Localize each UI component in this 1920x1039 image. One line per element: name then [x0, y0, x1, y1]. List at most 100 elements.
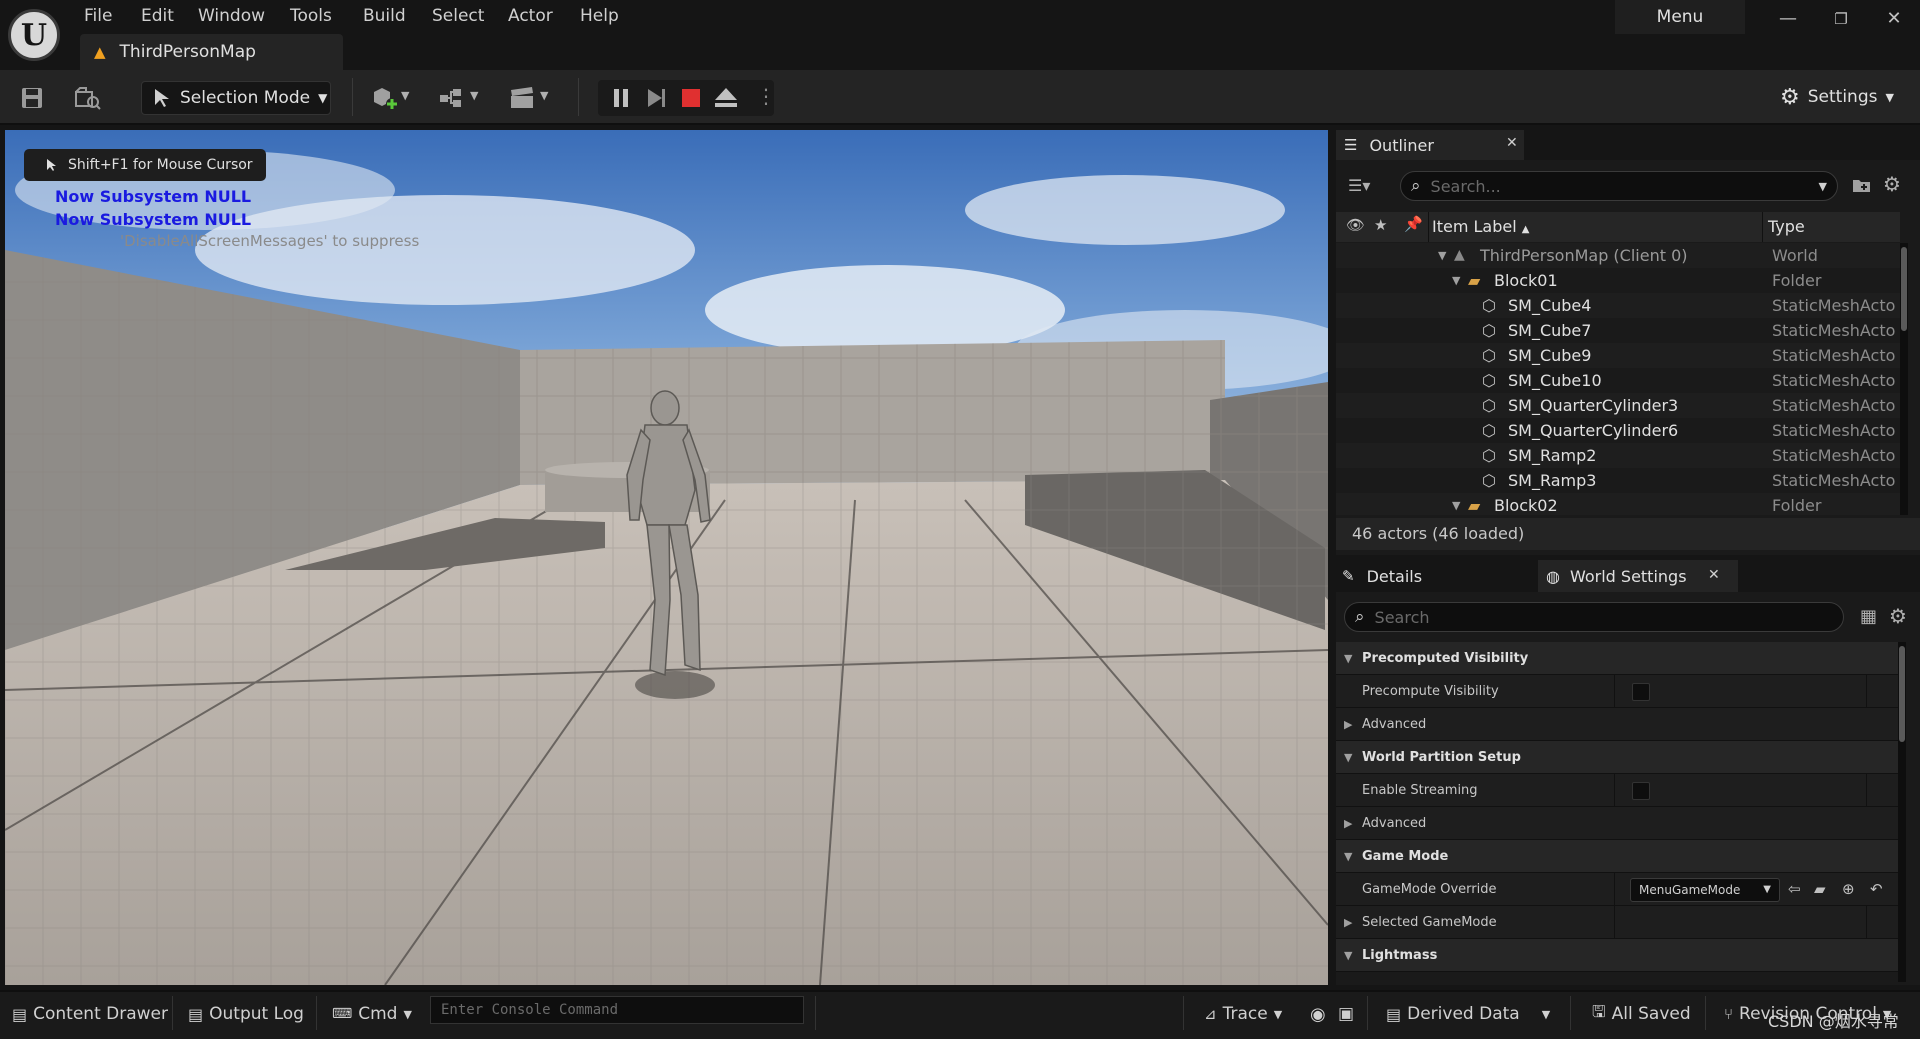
- restore-icon[interactable]: ❐: [1823, 6, 1859, 32]
- category-game-mode[interactable]: ▼ Game Mode: [1336, 840, 1898, 873]
- tree-row-world[interactable]: ▼ ▲ ThirdPersonMap (Client 0) World: [1336, 243, 1900, 268]
- visibility-eye-icon[interactable]: 👁: [1346, 216, 1365, 234]
- pin-icon[interactable]: 📌: [1404, 215, 1423, 233]
- favorite-star-icon[interactable]: ★: [1374, 216, 1387, 234]
- close-window-icon[interactable]: ✕: [1876, 6, 1912, 32]
- close-tab-icon[interactable]: ✕: [1506, 135, 1518, 151]
- blueprint-icon[interactable]: [438, 86, 464, 110]
- cinematics-chevron-icon[interactable]: ▼: [540, 89, 548, 102]
- gear-icon: ⚙: [1780, 84, 1800, 110]
- outliner-scroll-thumb[interactable]: [1901, 247, 1907, 331]
- tree-row-actor[interactable]: ⬡ SM_QuarterCylinder3 StaticMeshActo: [1336, 393, 1900, 418]
- close-tab-icon[interactable]: ✕: [1708, 567, 1720, 583]
- expand-arrow-icon[interactable]: ▼: [1452, 493, 1460, 515]
- terminal-icon: ⌨: [332, 1006, 353, 1022]
- expand-arrow-icon[interactable]: ▼: [1438, 243, 1446, 268]
- gamemode-value: MenuGameMode: [1639, 883, 1741, 897]
- new-folder-icon[interactable]: [1852, 176, 1872, 194]
- cmd-dropdown[interactable]: ⌨ Cmd ▼: [332, 1000, 412, 1028]
- use-selected-arrow-icon[interactable]: ⇦: [1788, 873, 1801, 906]
- tree-row-actor[interactable]: ⬡ SM_Cube10 StaticMeshActo: [1336, 368, 1900, 393]
- filter-icon[interactable]: ☰▾: [1348, 176, 1370, 195]
- add-icon[interactable]: ⊕: [1842, 873, 1855, 906]
- prop-advanced[interactable]: ▶ Advanced: [1336, 708, 1898, 741]
- gamemode-override-dropdown[interactable]: MenuGameMode ▼: [1630, 878, 1780, 902]
- tree-row-actor[interactable]: ⬡ SM_Cube9 StaticMeshActo: [1336, 343, 1900, 368]
- tree-row-folder[interactable]: ▼ ▰ Block01 Folder: [1336, 268, 1900, 293]
- console-command-input[interactable]: Enter Console Command: [430, 996, 804, 1024]
- details-search-input[interactable]: ⌕ Search: [1344, 602, 1844, 632]
- level-warning-icon: ▲: [94, 43, 106, 61]
- save-icon[interactable]: [20, 86, 44, 110]
- reset-icon[interactable]: ↶: [1870, 873, 1883, 906]
- all-saved-button[interactable]: 🖫 All Saved: [1592, 1000, 1691, 1028]
- property-label: Advanced: [1362, 816, 1427, 831]
- record-trace-icon[interactable]: ◉: [1310, 1000, 1326, 1028]
- chevron-down-icon: ▼: [1818, 179, 1827, 193]
- menu-button[interactable]: Menu: [1615, 0, 1745, 34]
- prop-selected-gamemode[interactable]: ▶ Selected GameMode: [1336, 906, 1898, 939]
- category-label: World Partition Setup: [1362, 750, 1521, 765]
- content-drawer-button[interactable]: ▤ Content Drawer: [12, 1000, 168, 1028]
- mouse-cursor-hint: Shift+F1 for Mouse Cursor: [24, 149, 266, 181]
- level-viewport[interactable]: [5, 130, 1328, 985]
- outliner-settings-gear-icon[interactable]: ⚙: [1883, 172, 1901, 196]
- add-actor-chevron-icon[interactable]: ▼: [401, 89, 409, 102]
- stop-icon[interactable]: [680, 87, 702, 109]
- menu-edit[interactable]: Edit: [141, 4, 174, 28]
- browse-content-icon[interactable]: [74, 84, 102, 112]
- details-scroll-thumb[interactable]: [1899, 646, 1905, 742]
- screenshot-icon[interactable]: ▣: [1338, 1000, 1354, 1028]
- category-world-partition-setup[interactable]: ▼ World Partition Setup: [1336, 741, 1898, 774]
- expand-arrow-icon[interactable]: ▼: [1452, 268, 1460, 293]
- tree-row-folder[interactable]: ▼ ▰ Block02 Folder: [1336, 493, 1900, 515]
- menu-tools[interactable]: Tools: [290, 4, 332, 28]
- item-label-column[interactable]: Item Label ▲: [1432, 217, 1529, 236]
- menu-file[interactable]: File: [84, 4, 112, 28]
- menu-help[interactable]: Help: [580, 4, 619, 28]
- toolbar-divider: [352, 78, 353, 116]
- minimize-icon[interactable]: —: [1770, 6, 1806, 32]
- menu-window[interactable]: Window: [198, 4, 265, 28]
- pause-icon[interactable]: [610, 86, 632, 110]
- menu-select[interactable]: Select: [432, 4, 484, 28]
- step-frame-icon[interactable]: [645, 86, 667, 110]
- static-mesh-icon: ⬡: [1482, 321, 1496, 340]
- add-actor-icon[interactable]: [370, 84, 400, 112]
- play-options-icon[interactable]: ⋮: [756, 84, 776, 108]
- type-column[interactable]: Type: [1768, 217, 1805, 236]
- precompute-visibility-checkbox[interactable]: [1632, 683, 1650, 701]
- eject-icon[interactable]: [713, 86, 739, 110]
- tree-row-actor[interactable]: ⬡ SM_Cube7 StaticMeshActo: [1336, 318, 1900, 343]
- cinematics-clapper-icon[interactable]: [508, 86, 536, 110]
- table-view-icon[interactable]: ▦: [1860, 606, 1877, 627]
- derived-data-icon: ▤: [1386, 1004, 1402, 1024]
- tree-row-actor[interactable]: ⬡ SM_Ramp3 StaticMeshActo: [1336, 468, 1900, 493]
- document-tab[interactable]: ▲ ThirdPersonMap: [80, 34, 343, 70]
- category-precomputed-visibility[interactable]: ▼ Precomputed Visibility: [1336, 642, 1898, 675]
- prop-advanced[interactable]: ▶ Advanced: [1336, 807, 1898, 840]
- chevron-down-icon: ▼: [1885, 90, 1894, 104]
- settings-button[interactable]: ⚙ Settings ▼: [1780, 80, 1905, 114]
- tree-row-label: SM_Cube4: [1508, 296, 1592, 315]
- blueprint-chevron-icon[interactable]: ▼: [470, 89, 478, 102]
- outliner-search-input[interactable]: ⌕ Search... ▼: [1400, 171, 1838, 201]
- menu-actor[interactable]: Actor: [508, 4, 553, 28]
- selection-mode-dropdown[interactable]: Selection Mode ▼: [141, 81, 331, 115]
- tree-row-type: StaticMeshActo: [1772, 346, 1896, 365]
- toolbar-divider: [578, 78, 579, 116]
- tree-row-actor[interactable]: ⬡ SM_Ramp2 StaticMeshActo: [1336, 443, 1900, 468]
- browse-folder-icon[interactable]: ▰: [1814, 873, 1826, 906]
- details-tab[interactable]: ✎ Details: [1342, 561, 1422, 591]
- derived-data-dropdown[interactable]: ▤ Derived Data ▼: [1386, 1000, 1550, 1028]
- unreal-logo-icon[interactable]: U: [8, 9, 60, 61]
- tree-row-actor[interactable]: ⬡ SM_QuarterCylinder6 StaticMeshActo: [1336, 418, 1900, 443]
- enable-streaming-checkbox[interactable]: [1632, 782, 1650, 800]
- output-log-button[interactable]: ▤ Output Log: [188, 1000, 304, 1028]
- trace-dropdown[interactable]: ⊿ Trace ▼: [1204, 1000, 1282, 1028]
- output-log-icon: ▤: [188, 1004, 204, 1024]
- details-settings-gear-icon[interactable]: ⚙: [1889, 604, 1907, 628]
- menu-build[interactable]: Build: [363, 4, 406, 28]
- tree-row-actor[interactable]: ⬡ SM_Cube4 StaticMeshActo: [1336, 293, 1900, 318]
- category-lightmass[interactable]: ▼ Lightmass: [1336, 939, 1898, 972]
